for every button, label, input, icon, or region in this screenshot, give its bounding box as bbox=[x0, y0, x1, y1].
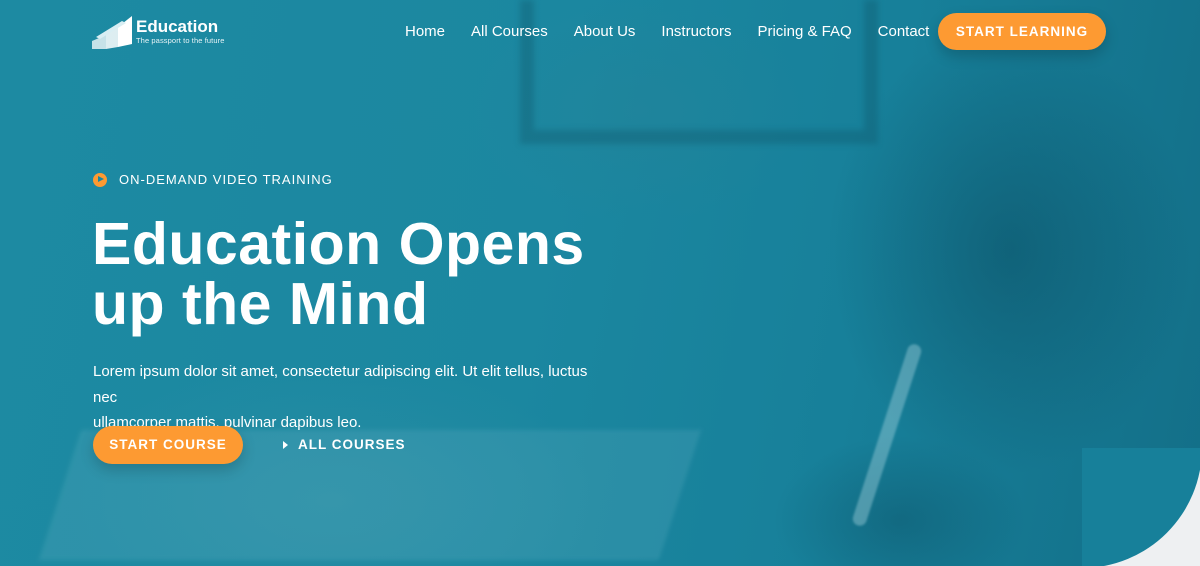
main-nav: Home All Courses About Us Instructors Pr… bbox=[392, 13, 942, 50]
site-logo[interactable]: Education The passport to the future bbox=[92, 13, 224, 51]
hero-section: Education The passport to the future Hom… bbox=[0, 0, 1200, 566]
hero-corner-curve bbox=[1082, 448, 1200, 566]
eyebrow: ON-DEMAND VIDEO TRAINING bbox=[93, 172, 333, 187]
nav-item-home[interactable]: Home bbox=[405, 23, 445, 40]
hero-headline: Education Opens up the Mind bbox=[92, 214, 652, 334]
nav-item-all-courses[interactable]: All Courses bbox=[471, 23, 548, 40]
headline-line-2: up the Mind bbox=[92, 271, 429, 337]
nav-item-contact[interactable]: Contact bbox=[878, 23, 930, 40]
all-courses-link[interactable]: ALL COURSES bbox=[283, 437, 406, 452]
nav-item-about-us[interactable]: About Us bbox=[574, 23, 636, 40]
play-circle-icon bbox=[93, 172, 107, 187]
caret-right-icon bbox=[283, 440, 288, 449]
brand-name: Education bbox=[136, 16, 219, 36]
description-line-1: Lorem ipsum dolor sit amet, consectetur … bbox=[93, 363, 588, 406]
staircase-logo-icon bbox=[92, 16, 132, 49]
start-learning-button[interactable]: START LEARNING bbox=[938, 13, 1106, 50]
hero-description: Lorem ipsum dolor sit amet, consectetur … bbox=[93, 359, 613, 436]
nav-item-instructors[interactable]: Instructors bbox=[661, 23, 731, 40]
brand-tagline: The passport to the future bbox=[136, 35, 225, 45]
nav-item-pricing-faq[interactable]: Pricing & FAQ bbox=[757, 23, 851, 40]
start-course-button[interactable]: START COURSE bbox=[93, 426, 243, 464]
eyebrow-text: ON-DEMAND VIDEO TRAINING bbox=[119, 172, 333, 187]
headline-line-1: Education Opens bbox=[92, 211, 585, 277]
all-courses-label: ALL COURSES bbox=[298, 437, 406, 452]
